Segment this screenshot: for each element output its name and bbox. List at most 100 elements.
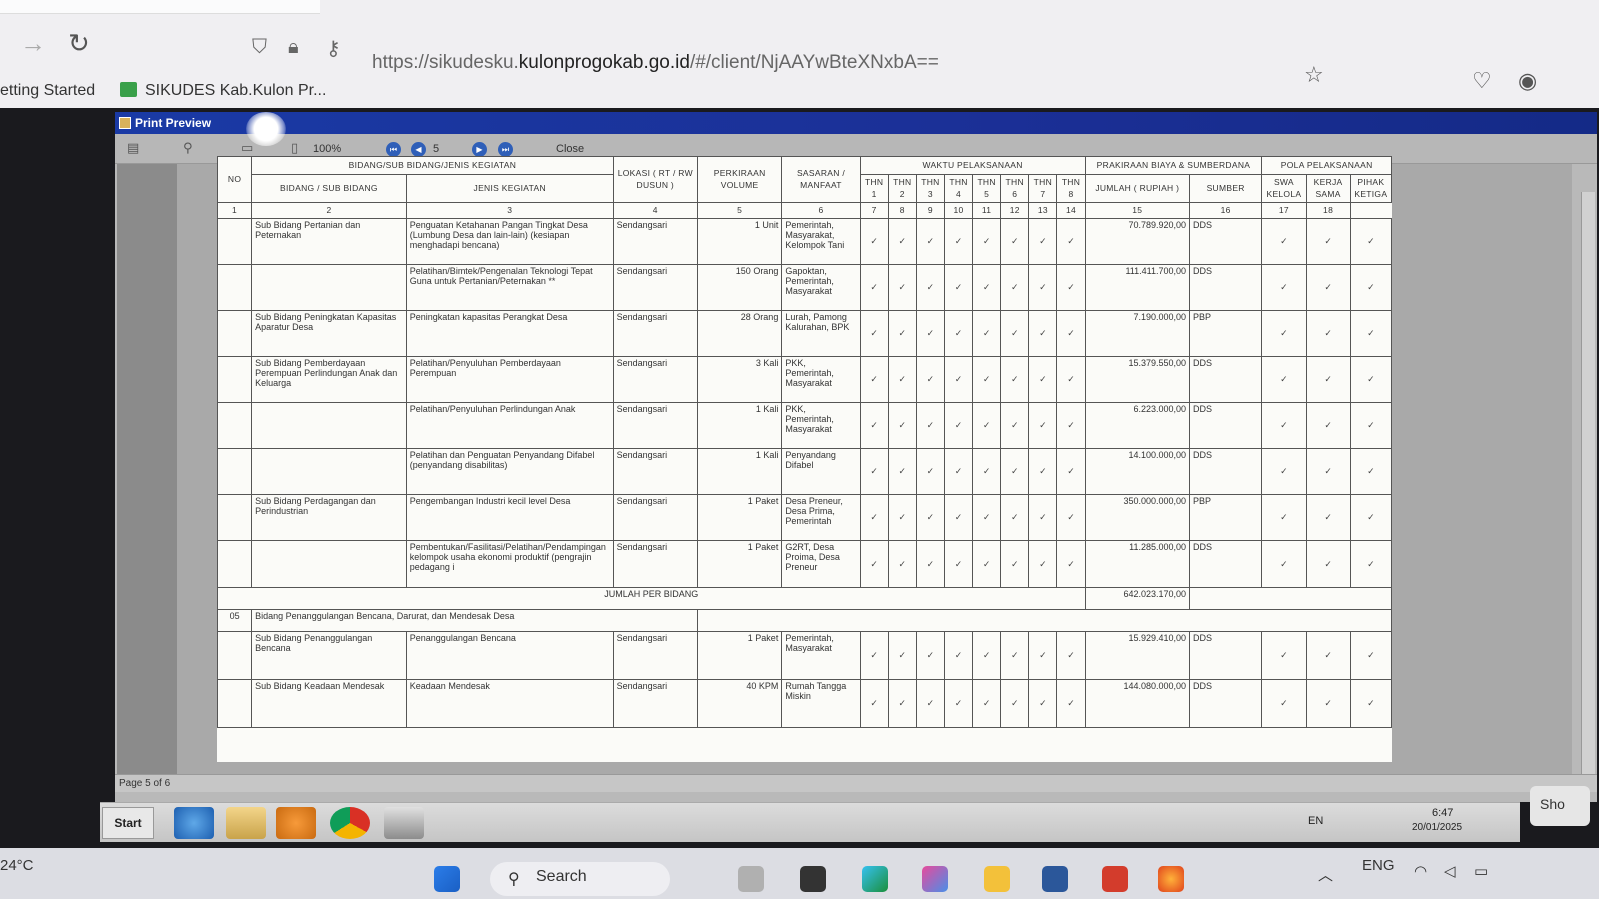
file-explorer-icon[interactable]: [984, 866, 1010, 892]
row-sumber: DDS: [1189, 264, 1263, 311]
row-jumlah: 70.789.920,00: [1084, 218, 1191, 265]
thn-check: ✓: [1000, 218, 1030, 265]
thn-check: ✓: [972, 310, 1002, 357]
zoom-level[interactable]: 100%: [313, 143, 341, 155]
row-volume: 1 Kali: [696, 402, 783, 449]
thn-check: ✓: [915, 448, 945, 495]
language-indicator[interactable]: EN: [1308, 815, 1323, 827]
thn-check: ✓: [1000, 448, 1030, 495]
row-jumlah: 7.190.000,00: [1084, 310, 1191, 357]
thn-check: ✓: [887, 264, 917, 311]
last-page-icon[interactable]: ⏭: [498, 142, 513, 157]
address-bar[interactable]: https://sikudesku.kulonprogokab.go.id/#/…: [372, 52, 939, 74]
thn-check: ✓: [943, 631, 974, 680]
battery-icon[interactable]: ▭: [1474, 862, 1488, 880]
reload-icon[interactable]: ↻: [68, 30, 90, 56]
row-no: [217, 310, 253, 357]
ie-icon[interactable]: [174, 807, 214, 839]
shield-icon[interactable]: ⛉: [252, 36, 267, 59]
status-bar: Page 5 of 6: [115, 774, 1597, 792]
vertical-scrollbar[interactable]: [1581, 192, 1595, 774]
row-jenis: Keadaan Mendesak: [405, 679, 614, 728]
thn-check: ✓: [859, 402, 889, 449]
row-jumlah: 111.411.700,00: [1084, 264, 1191, 311]
thn-check: ✓: [972, 218, 1002, 265]
pola-swa-check: ✓: [1261, 540, 1307, 588]
wps-icon[interactable]: [1102, 866, 1128, 892]
index-cell: 13: [1028, 202, 1058, 219]
app-icon[interactable]: [738, 866, 764, 892]
media-player-icon[interactable]: [276, 807, 316, 839]
row-jenis: Penguatan Ketahanan Pangan Tingkat Desa …: [405, 218, 614, 265]
col-thn: THN 6: [1000, 174, 1030, 203]
lock-icon[interactable]: 🔒︎: [288, 36, 299, 59]
row-volume: 1 Paket: [696, 540, 783, 588]
firefox-icon[interactable]: [1158, 866, 1184, 892]
close-button[interactable]: Close: [556, 143, 584, 155]
pola-swa-check: ✓: [1261, 631, 1307, 680]
pola-kerja-check: ✓: [1305, 631, 1351, 680]
find-icon[interactable]: ⚲: [183, 140, 193, 156]
pocket-icon[interactable]: ♡: [1472, 68, 1492, 94]
bookmark-sikudes[interactable]: SIKUDES Kab.Kulon Pr...: [120, 82, 326, 100]
row-jumlah: 15.379.550,00: [1084, 356, 1191, 403]
thn-check: ✓: [943, 679, 974, 728]
subtotal-value: 642.023.170,00: [1084, 587, 1191, 610]
first-page-icon[interactable]: ⏮: [386, 142, 401, 157]
row-jumlah: 14.100.000,00: [1084, 448, 1191, 495]
key-icon[interactable]: ⚷: [326, 36, 341, 61]
page-number-input[interactable]: 5: [433, 143, 439, 155]
pola-swa-check: ✓: [1261, 218, 1307, 265]
pola-swa-check: ✓: [1261, 264, 1307, 311]
thn-check: ✓: [859, 356, 889, 403]
language-indicator[interactable]: ENG: [1362, 857, 1395, 874]
print-icon[interactable]: ▤: [127, 140, 139, 156]
next-page-icon[interactable]: ▶: [472, 142, 487, 157]
thn-check: ✓: [887, 218, 917, 265]
browser-tab[interactable]: [0, 0, 320, 14]
index-cell: 5: [696, 202, 783, 219]
word-icon[interactable]: [1042, 866, 1068, 892]
chrome-icon[interactable]: [330, 807, 370, 839]
volume-icon[interactable]: ◁: [1444, 862, 1456, 880]
col-kerja: KERJA SAMA: [1305, 174, 1351, 203]
row-sumber: DDS: [1189, 218, 1263, 265]
row-sasaran: Rumah Tangga Miskin: [781, 679, 861, 728]
row-sub-bidang: [251, 402, 407, 449]
forward-icon[interactable]: →: [20, 30, 46, 56]
row-jenis: Pembentukan/Fasilitasi/Pelatihan/Pendamp…: [405, 540, 614, 588]
row-sumber: PBP: [1189, 310, 1263, 357]
weather-widget[interactable]: 24°C: [0, 857, 34, 874]
thn-check: ✓: [859, 679, 889, 728]
wifi-icon[interactable]: ◠: [1414, 862, 1427, 880]
thn-check: ✓: [1028, 356, 1058, 403]
show-desktop-button[interactable]: Sho: [1530, 786, 1590, 826]
table-body-a: Sub Bidang Pertanian dan Peternakan Pengu…: [217, 218, 1392, 588]
folder-icon[interactable]: [226, 807, 266, 839]
copilot-icon[interactable]: [922, 866, 948, 892]
row-lokasi: Sendangsari: [612, 356, 698, 403]
row-jumlah: 350.000.000,00: [1084, 494, 1191, 541]
windows-start-icon[interactable]: [434, 866, 460, 892]
prev-page-icon[interactable]: ◀: [411, 142, 426, 157]
thn-check: ✓: [1000, 494, 1030, 541]
bookmark-star-icon[interactable]: ☆: [1304, 62, 1324, 88]
page-setup-icon[interactable]: ▭: [241, 140, 253, 156]
col-thn: THN 2: [887, 174, 917, 203]
account-icon[interactable]: ◉: [1518, 68, 1537, 94]
row-jumlah: 15.929.410,00: [1084, 631, 1191, 680]
start-button[interactable]: Start: [102, 807, 154, 839]
edge-icon[interactable]: [862, 866, 888, 892]
row-sumber: DDS: [1189, 356, 1263, 403]
app-icon[interactable]: [384, 807, 424, 839]
rkp-table: NO BIDANG/SUB BIDANG/JENIS KEGIATAN LOKA…: [217, 156, 1392, 728]
pola-kerja-check: ✓: [1305, 540, 1351, 588]
thn-check: ✓: [972, 679, 1002, 728]
bookmark-getting-started[interactable]: etting Started: [0, 82, 95, 100]
terminal-icon[interactable]: [800, 866, 826, 892]
bidang-no: 05: [217, 609, 253, 632]
row-sumber: DDS: [1189, 448, 1263, 495]
row-volume: 3 Kali: [696, 356, 783, 403]
chevron-up-icon[interactable]: ︿: [1318, 864, 1333, 885]
zoom-icon[interactable]: ▯: [291, 140, 298, 156]
